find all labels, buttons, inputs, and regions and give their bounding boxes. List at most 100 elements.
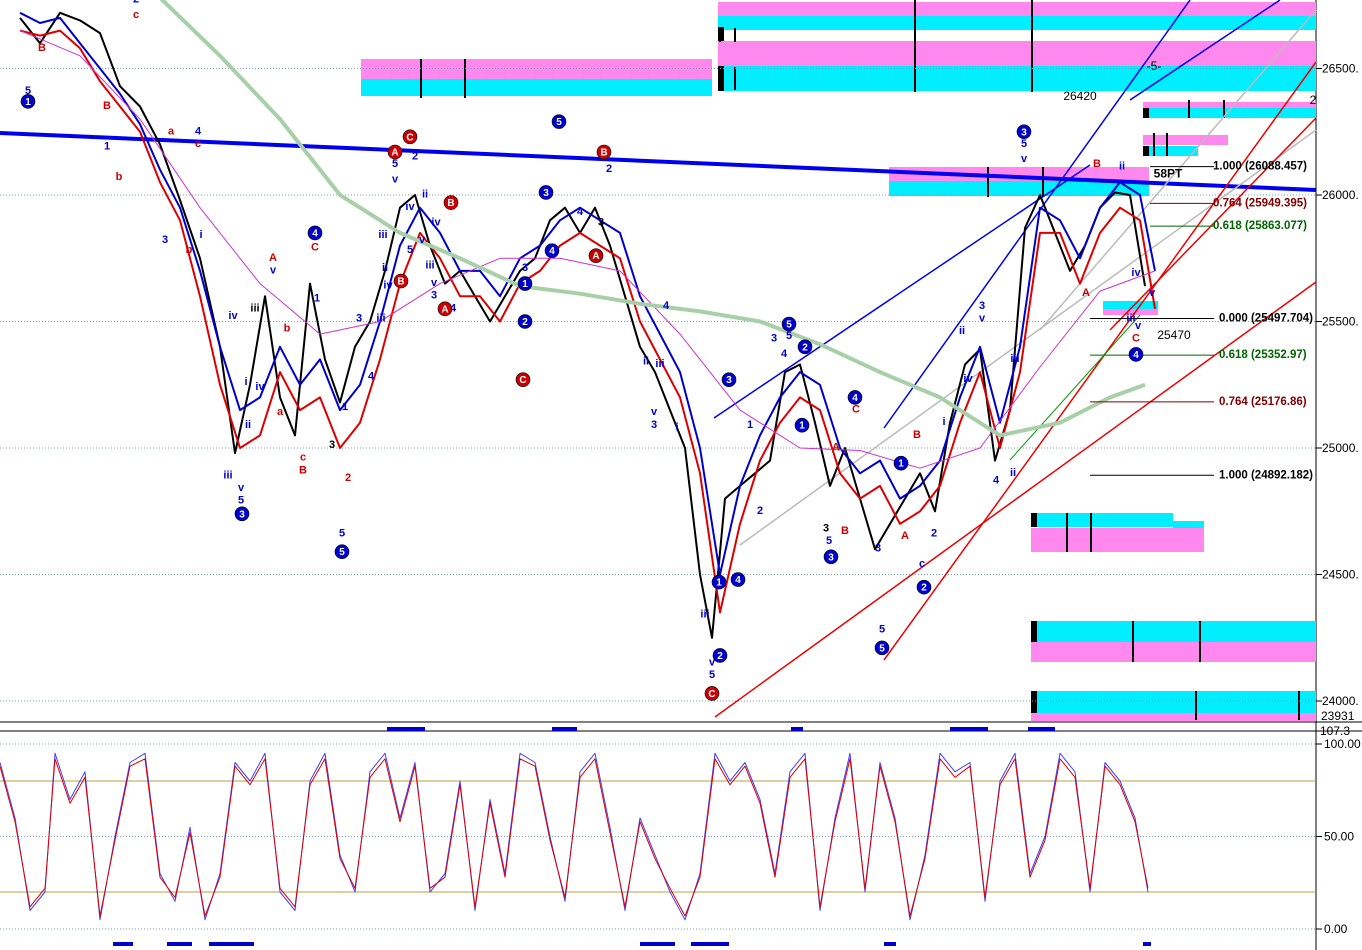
wave-label: i <box>244 376 247 388</box>
wave-label: iv <box>255 381 265 393</box>
price-annotation: -5- <box>1147 59 1162 73</box>
wave-label: c <box>133 9 139 21</box>
wave-label: 3 <box>431 290 437 302</box>
osc-tick-label: 100.00 <box>1324 737 1361 751</box>
wave-label: 5 <box>407 244 413 256</box>
price-annotation: 26420 <box>1063 89 1097 103</box>
wave-circle-label: 3 <box>1021 127 1027 138</box>
price-tick-label: 24500. <box>1322 568 1359 582</box>
wave-label: iii <box>655 358 664 370</box>
price-tick-label: 24000. <box>1322 694 1359 708</box>
wave-label: C <box>852 404 860 416</box>
wave-label: 3 <box>522 262 528 274</box>
wave-circle-label: A <box>592 251 599 262</box>
price-y-axis: 26500. 26000. 25500. 25000. 24500. 24000.2393… <box>1316 62 1359 723</box>
wave-label: 2 <box>133 0 139 6</box>
wave-label: iii <box>1010 353 1019 365</box>
wave-label: iv <box>431 216 441 228</box>
price-annotation: 58PT <box>1154 166 1183 180</box>
wave-label: C <box>1132 333 1140 345</box>
wave-label: ii <box>959 325 965 337</box>
wave-label: 5 <box>1021 138 1027 150</box>
wave-label: ii <box>1119 161 1125 173</box>
wave-circle-label: B <box>447 198 454 209</box>
wave-label: iii <box>223 469 232 481</box>
fib-level-label: 0.764 (25176.86) <box>1219 396 1307 408</box>
fib-level-label: 0.764 (25949.395) <box>1213 197 1307 209</box>
wave-label: ii <box>245 419 251 431</box>
wave-circle-label: 4 <box>735 575 741 586</box>
wave-label: a <box>168 125 175 137</box>
wave-circle-label: 1 <box>522 279 528 290</box>
wave-label: 1 <box>747 419 753 431</box>
price-annotation: 2 <box>1310 93 1317 107</box>
wave-label: 5 <box>238 495 244 507</box>
wave-label: iii <box>425 259 434 271</box>
wave-label: A <box>901 530 909 542</box>
wave-label: iii <box>378 229 387 241</box>
wave-label: v <box>431 277 438 289</box>
wave-label: v <box>651 406 658 418</box>
wave-circle-label: 5 <box>879 643 885 654</box>
wave-label: 1 <box>314 292 320 304</box>
wave-label: v <box>1021 153 1028 165</box>
wave-label: A <box>269 252 277 264</box>
wave-circle-label: 1 <box>898 459 904 470</box>
price-tick-label: 26500. <box>1322 62 1359 76</box>
wave-circle-label: B <box>600 147 607 158</box>
wave-label: v <box>979 313 986 325</box>
wave-label: b <box>284 323 291 335</box>
wave-label: i <box>942 416 945 428</box>
wave-label: i <box>199 229 202 241</box>
wave-label: v <box>1149 287 1156 299</box>
wave-label: 4 <box>781 348 788 360</box>
wave-label: v <box>270 264 277 276</box>
wave-label: b <box>116 171 123 183</box>
wave-label: a <box>277 406 284 418</box>
wave-label: 3 <box>979 300 985 312</box>
wave-circle-label: 4 <box>852 393 858 404</box>
wave-circle-label: A <box>441 304 448 315</box>
wave-label: 3 <box>162 234 168 246</box>
wave-label: 2 <box>412 151 418 163</box>
wave-label: A <box>1082 287 1090 299</box>
wave-circle-label: 2 <box>717 651 723 662</box>
wave-label: v <box>238 482 245 494</box>
wave-circle-label: C <box>519 375 526 386</box>
wave-label: B <box>913 429 921 441</box>
wave-circle-label: 4 <box>549 246 555 257</box>
wave-label: v <box>392 173 399 185</box>
wave-label: iv <box>963 373 973 385</box>
fib-level-label: 1.000 (26088.457) <box>1213 161 1307 173</box>
wave-label: iv <box>383 280 393 292</box>
wave-label: 3 <box>823 522 829 534</box>
wave-label: 3 <box>598 216 604 228</box>
wave-label: 2 <box>931 528 937 540</box>
price-tick-label: 25500. <box>1322 315 1359 329</box>
fib-level-label: 0.618 (25352.97) <box>1219 349 1307 361</box>
wave-label: 2 <box>757 505 763 517</box>
wave-label: iv <box>228 310 238 322</box>
wave-circle-label: 5 <box>786 320 792 331</box>
osc-tick-label: 50.00 <box>1324 830 1354 844</box>
wave-label: iii <box>700 609 709 621</box>
wave-circle-label: 3 <box>239 509 245 520</box>
wave-label: 4 <box>993 474 1000 486</box>
wave-label: 3 <box>329 439 335 451</box>
last-low-label: 23931 <box>1321 709 1355 723</box>
wave-circle-label: 5 <box>556 117 562 128</box>
wave-label: B <box>1093 158 1101 170</box>
wave-label: c <box>300 452 306 464</box>
oscillator-panel-frame <box>0 733 1316 945</box>
wave-label: 2 <box>345 472 351 484</box>
wave-label: 5 <box>879 624 885 636</box>
wave-label: iv <box>405 201 415 213</box>
wave-circle-label: 4 <box>312 228 318 239</box>
wave-label: 5 <box>709 669 715 681</box>
wave-label: 5 <box>786 330 792 342</box>
wave-label: A <box>832 442 840 454</box>
wave-label: v <box>1135 320 1142 332</box>
wave-circle-label: 2 <box>802 342 808 353</box>
wave-label: ii <box>382 262 388 274</box>
fib-level-label: 0.000 (25497.704) <box>1219 312 1313 324</box>
